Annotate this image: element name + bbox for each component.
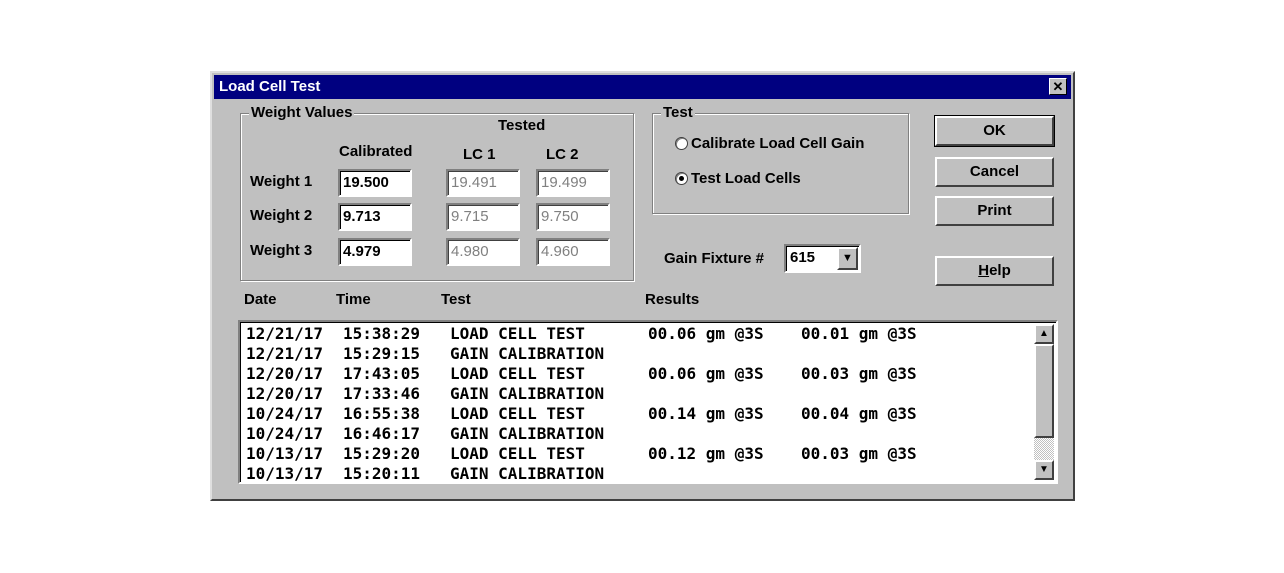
lc1-readout: 4.980	[446, 238, 520, 266]
log-date: 10/13/17	[246, 444, 324, 463]
lc1-label: LC 1	[463, 146, 496, 163]
gain-fixture-select[interactable]: 615 ▼	[784, 244, 861, 273]
log-time: 17:43:05	[343, 364, 421, 383]
gain-fixture-value: 615	[790, 249, 816, 266]
calibrated-input[interactable]: 19.500	[338, 169, 412, 197]
log-result-lc1: 00.06 gm @3S	[648, 364, 764, 383]
log-date: 12/20/17	[246, 384, 324, 403]
radio-selected-dot	[679, 176, 684, 181]
lc1-readout: 9.715	[446, 203, 520, 231]
weight-values-legend: Weight Values	[249, 104, 355, 121]
log-date: 10/24/17	[246, 404, 324, 423]
dropdown-arrow-icon[interactable]: ▼	[837, 247, 858, 270]
log-result-lc1: 00.06 gm @3S	[648, 324, 764, 343]
lc2-readout: 9.750	[536, 203, 610, 231]
log-result-lc1: 00.14 gm @3S	[648, 404, 764, 423]
lc2-readout: 4.960	[536, 238, 610, 266]
log-time: 16:46:17	[343, 424, 421, 443]
calibrated-input[interactable]: 4.979	[338, 238, 412, 266]
log-test: LOAD CELL TEST	[450, 404, 585, 423]
print-button[interactable]: Print	[935, 196, 1054, 226]
col-header-time: Time	[336, 291, 371, 308]
log-test: GAIN CALIBRATION	[450, 384, 605, 403]
vertical-scrollbar[interactable]: ▲ ▼	[1034, 324, 1054, 480]
log-time: 15:38:29	[343, 324, 421, 343]
log-time: 15:29:20	[343, 444, 421, 463]
col-header-results: Results	[645, 291, 700, 308]
log-result-lc2: 00.03 gm @3S	[801, 364, 917, 383]
test-load-cells-label[interactable]: Test Load Cells	[691, 170, 801, 187]
title-bar: Load Cell Test ✕	[214, 75, 1071, 99]
log-time: 15:20:11	[343, 464, 421, 483]
log-result-lc2: 00.03 gm @3S	[801, 444, 917, 463]
tested-label: Tested	[498, 117, 546, 134]
lc1-readout: 19.491	[446, 169, 520, 197]
log-result-lc2: 00.01 gm @3S	[801, 324, 917, 343]
close-icon[interactable]: ✕	[1049, 78, 1067, 95]
log-time: 17:33:46	[343, 384, 421, 403]
col-header-test: Test	[441, 291, 471, 308]
col-header-date: Date	[244, 291, 277, 308]
log-test: GAIN CALIBRATION	[450, 344, 605, 363]
log-test: LOAD CELL TEST	[450, 324, 585, 343]
help-accelerator: H	[978, 262, 990, 279]
scroll-down-icon[interactable]: ▼	[1034, 460, 1054, 480]
weight-row-label: Weight 3	[250, 242, 313, 259]
scroll-track[interactable]	[1034, 438, 1054, 460]
calibrated-input[interactable]: 9.713	[338, 203, 412, 231]
log-test: GAIN CALIBRATION	[450, 464, 605, 483]
cancel-button[interactable]: Cancel	[935, 157, 1054, 187]
test-load-cells-radio[interactable]	[675, 172, 688, 185]
log-time: 16:55:38	[343, 404, 421, 423]
log-result-lc1: 00.12 gm @3S	[648, 444, 764, 463]
help-label-rest: elp	[989, 262, 1011, 279]
log-date: 12/21/17	[246, 324, 324, 343]
log-date: 12/20/17	[246, 364, 324, 383]
weight-row-label: Weight 1	[250, 173, 313, 190]
calibrated-label: Calibrated	[339, 143, 413, 160]
log-date: 12/21/17	[246, 344, 324, 363]
results-log-list[interactable]: 12/21/17 15:38:29 LOAD CELL TEST 00.06 gm @…	[238, 320, 1058, 484]
lc2-readout: 19.499	[536, 169, 610, 197]
log-test: GAIN CALIBRATION	[450, 424, 605, 443]
test-legend: Test	[661, 104, 695, 121]
calibrate-gain-radio[interactable]	[675, 137, 688, 150]
lc2-label: LC 2	[546, 146, 579, 163]
ok-button[interactable]: OK	[934, 115, 1055, 147]
help-button[interactable]: Help	[935, 256, 1054, 286]
test-group: Test	[652, 104, 909, 214]
dialog-title: Load Cell Test	[219, 78, 321, 95]
log-time: 15:29:15	[343, 344, 421, 363]
calibrate-gain-label[interactable]: Calibrate Load Cell Gain	[691, 135, 864, 152]
log-date: 10/24/17	[246, 424, 324, 443]
scroll-up-icon[interactable]: ▲	[1034, 324, 1054, 344]
log-date: 10/13/17	[246, 464, 324, 483]
log-result-lc2: 00.04 gm @3S	[801, 404, 917, 423]
weight-row-label: Weight 2	[250, 207, 313, 224]
load-cell-test-dialog: Load Cell Test ✕ Weight Values Tested Ca…	[210, 71, 1075, 501]
log-test: LOAD CELL TEST	[450, 444, 585, 463]
log-test: LOAD CELL TEST	[450, 364, 585, 383]
gain-fixture-label: Gain Fixture #	[664, 250, 765, 267]
scroll-thumb[interactable]	[1034, 344, 1054, 438]
